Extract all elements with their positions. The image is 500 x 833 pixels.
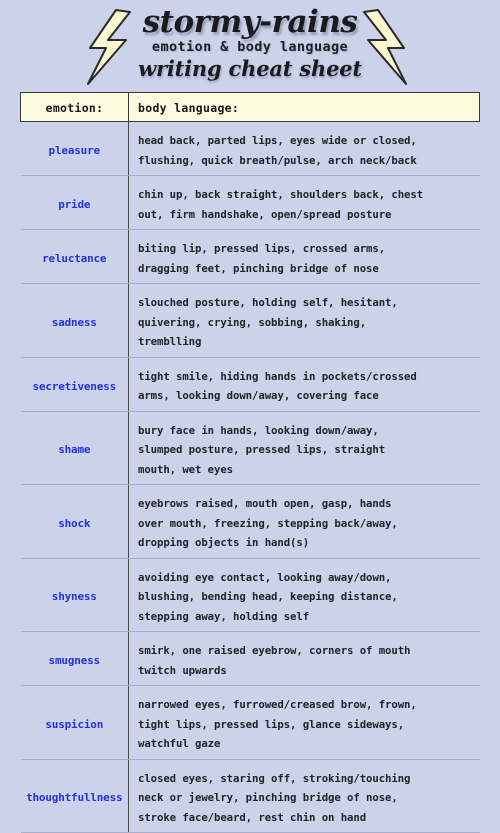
- emotion-cell: shyness: [20, 558, 129, 632]
- table-row: sadness slouched posture, holding self, h…: [20, 283, 480, 358]
- table-row: shock eyebrows raised, mouth open, gasp, …: [20, 484, 480, 559]
- body-language-cell: head back, parted lips, eyes wide or clo…: [128, 121, 480, 176]
- table-header: emotion: body language:: [20, 92, 480, 122]
- body-language-cell: avoiding eye contact, looking away/down,…: [128, 558, 480, 632]
- emotion-cell: sadness: [20, 283, 129, 358]
- emotion-label: reluctance: [42, 252, 107, 265]
- emotion-label: pride: [58, 198, 91, 211]
- body-language-text: eyebrows raised, mouth open, gasp, hands…: [138, 497, 398, 549]
- body-language-text: bury face in hands, looking down/away, s…: [138, 423, 386, 476]
- body-language-cell: biting lip, pressed lips, crossed arms, …: [128, 229, 480, 284]
- table-row: secretiveness tight smile, hiding hands i…: [20, 357, 480, 412]
- page-header: stormy-rains emotion & body language wri…: [0, 0, 500, 92]
- emotion-label: shyness: [51, 590, 97, 604]
- body-language-text: biting lip, pressed lips, crossed arms, …: [138, 242, 386, 275]
- column-header-body-language-label: body language:: [138, 101, 240, 115]
- emotion-cell: suspicion: [20, 685, 129, 760]
- body-language-text: chin up, back straight, shoulders back, …: [138, 188, 424, 221]
- emotion-cell: secretiveness: [20, 357, 129, 412]
- body-language-cell: closed eyes, staring off, stroking/touch…: [128, 759, 480, 833]
- emotion-cell: thoughtfullness: [20, 759, 129, 833]
- emotion-body-language-table: emotion: body language: pleasure head bac…: [20, 92, 480, 833]
- emotion-label: secretiveness: [32, 379, 117, 393]
- table-row: shame bury face in hands, looking down/aw…: [20, 411, 480, 485]
- emotion-cell: shame: [20, 411, 129, 485]
- table-row: pleasure head back, parted lips, eyes wid…: [20, 121, 480, 176]
- emotion-cell: shock: [20, 484, 129, 559]
- body-language-cell: chin up, back straight, shoulders back, …: [128, 175, 480, 230]
- body-language-text: head back, parted lips, eyes wide or clo…: [138, 134, 417, 167]
- page-subtitle: emotion & body language: [151, 39, 349, 55]
- table-row: pride chin up, back straight, shoulders b…: [20, 175, 480, 230]
- body-language-cell: eyebrows raised, mouth open, gasp, hands…: [128, 484, 480, 559]
- body-language-text: avoiding eye contact, looking away/down,…: [138, 570, 398, 623]
- column-header-emotion-label: emotion:: [45, 101, 104, 115]
- body-language-cell: narrowed eyes, furrowed/creased brow, fr…: [128, 685, 480, 760]
- header-text-block: stormy-rains emotion & body language wri…: [0, 0, 500, 82]
- page-title: stormy-rains: [142, 4, 358, 40]
- emotion-cell: pride: [20, 175, 129, 230]
- table-row: smugness smirk, one raised eyebrow, corne…: [20, 631, 480, 686]
- emotion-label: pleasure: [48, 144, 101, 157]
- cheat-sheet: emotion: body language: pleasure head bac…: [20, 92, 480, 833]
- table-row: thoughtfullness closed eyes, staring off,…: [20, 759, 480, 833]
- emotion-label: suspicion: [45, 717, 104, 731]
- table-header-row: emotion: body language:: [20, 92, 480, 122]
- body-language-cell: smirk, one raised eyebrow, corners of mo…: [128, 631, 480, 686]
- emotion-label: shock: [58, 516, 91, 530]
- emotion-cell: reluctance: [20, 229, 129, 284]
- body-language-cell: tight smile, hiding hands in pockets/cro…: [128, 357, 480, 412]
- column-header-emotion: emotion:: [20, 92, 129, 122]
- emotion-label: sadness: [51, 315, 97, 329]
- emotion-label: shame: [58, 443, 91, 457]
- body-language-text: narrowed eyes, furrowed/creased brow, fr…: [138, 698, 417, 750]
- body-language-text: tight smile, hiding hands in pockets/cro…: [138, 369, 417, 403]
- table-body: pleasure head back, parted lips, eyes wid…: [20, 121, 480, 833]
- emotion-label: thoughtfullness: [26, 791, 123, 805]
- body-language-text: smirk, one raised eyebrow, corners of mo…: [138, 644, 411, 677]
- emotion-cell: pleasure: [20, 121, 129, 176]
- column-header-body-language: body language:: [128, 92, 480, 122]
- body-language-text: slouched posture, holding self, hesitant…: [138, 296, 398, 348]
- table-row: reluctance biting lip, pressed lips, cros…: [20, 229, 480, 284]
- body-language-cell: slouched posture, holding self, hesitant…: [128, 283, 480, 358]
- body-language-text: closed eyes, staring off, stroking/touch…: [138, 771, 411, 824]
- table-row: shyness avoiding eye contact, looking awa…: [20, 558, 480, 632]
- page-tagline: writing cheat sheet: [138, 56, 362, 81]
- emotion-label: smugness: [48, 654, 101, 667]
- body-language-cell: bury face in hands, looking down/away, s…: [128, 411, 480, 485]
- emotion-cell: smugness: [20, 631, 129, 686]
- table-row: suspicion narrowed eyes, furrowed/creased…: [20, 685, 480, 760]
